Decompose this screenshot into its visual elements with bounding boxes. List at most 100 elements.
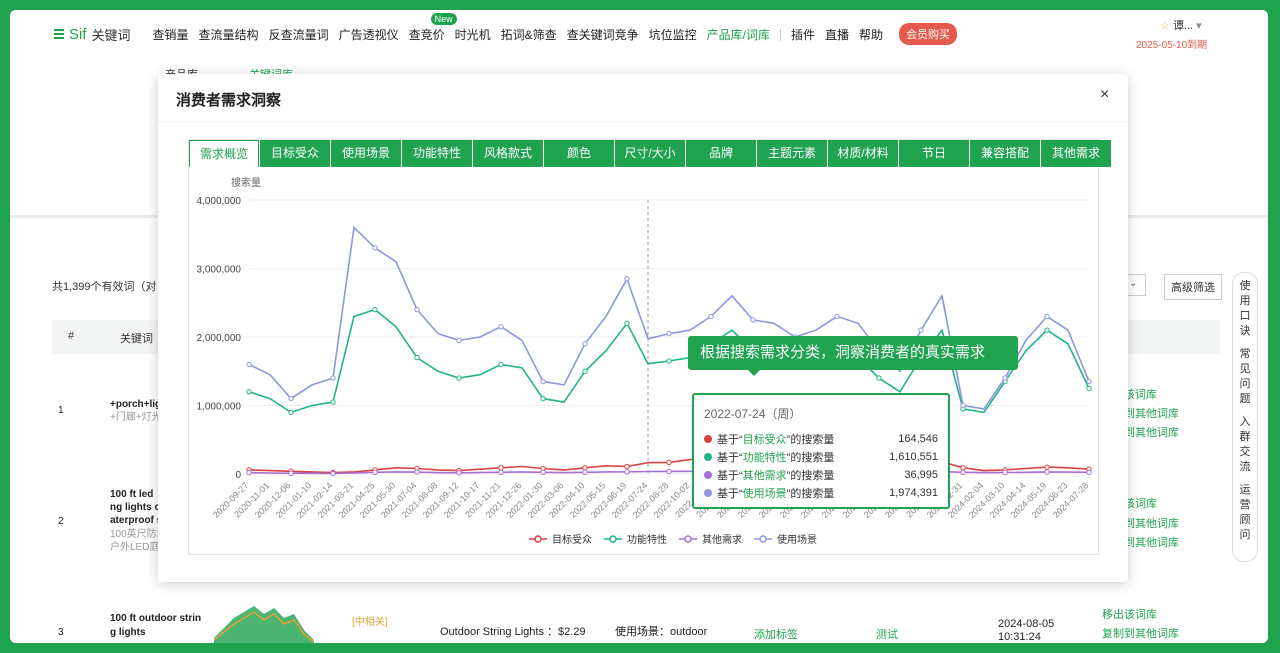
data-point [1044,313,1050,320]
test-link[interactable]: 测试 [876,626,898,642]
row-time: 10:31:24 [998,631,1041,643]
y-tick-label: 2,000,000 [197,333,242,344]
tooltip-category: 使用场景 [742,488,787,500]
row-keyword[interactable]: +porch+lig [110,398,161,411]
data-point [372,469,378,475]
tooltip-prefix: 基于“ [717,470,743,482]
user-menu[interactable]: ☆ 谭... ▾ [1160,17,1202,33]
data-point [666,459,672,466]
data-point [624,469,630,475]
consumer-insight-modal: 消费者需求洞察 × 需求概览 目标受众 使用场景 功能特性 风格款式 颜色 尺寸/大小 品牌主… [158,74,1128,582]
sidebar-advisor[interactable]: 运营顾问 [1239,483,1251,543]
chevron-down-icon: ▾ [1196,20,1202,32]
tooltip-suffix: ”的搜索量 [786,452,835,464]
sidebar-join-group[interactable]: 入群交流 [1239,415,1251,475]
data-point [330,470,336,477]
legend-label: 目标受众 [552,534,592,546]
data-point [708,313,714,320]
scene-label: 使用场景：outdoor [615,626,708,638]
row-index: 2 [58,516,64,527]
y-axis-label: 搜索量 [231,176,261,189]
data-point [498,361,504,368]
close-icon[interactable]: × [1100,86,1109,104]
data-point [960,465,966,471]
series-line-3 [248,225,1090,410]
nav-item[interactable]: 时光机 [455,26,491,43]
series-dot [704,453,712,461]
add-tag-link[interactable]: 添加标签 [754,626,798,642]
data-point [414,354,420,361]
data-point [498,324,504,330]
legend-marker [609,535,617,543]
data-point [1002,375,1008,381]
product-title: Outdoor String Lights ：$2.29 [440,626,586,638]
nav-item[interactable]: 拓词&筛查 [501,26,557,43]
y-tick-label: 3,000,000 [197,265,242,276]
sidebar-faq[interactable]: 常见问题 [1239,347,1251,407]
data-point [246,469,252,476]
series-dot [704,435,712,443]
result-count: 共1,399个有效词（对 [52,281,157,293]
data-point [1086,378,1092,385]
col-keyword: 关键词 [120,333,153,345]
data-point [456,337,462,344]
data-point [1044,464,1050,470]
nav-item[interactable]: 反查流量词 [269,26,329,43]
nav-item[interactable]: 查关键词竞争 [567,26,639,43]
data-point [330,375,336,381]
legend-label: 其他需求 [702,533,742,546]
data-point [288,470,294,477]
nav-item[interactable]: New 查竞价 [408,12,457,43]
y-tick-label: 1,000,000 [197,402,242,413]
tooltip-value: 164,546 [898,433,938,445]
tooltip-prefix: 基于“ [717,488,743,500]
tooltip-category: 功能特性 [742,452,787,464]
legend-label: 使用场景 [777,533,817,546]
feature-callout: 根据搜索需求分类，洞察消费者的真实需求 [688,336,1018,376]
nav-tool-item[interactable]: 帮助 [859,26,883,43]
nav-item[interactable]: 广告透视仪 [339,26,399,43]
new-badge: New [430,12,457,25]
logo-subtitle: 关键词 [91,27,131,43]
username: 谭... [1172,20,1194,32]
nav-item[interactable]: 查流量结构 [199,26,259,43]
nav-item[interactable]: 坑位监控 [649,26,697,43]
legend-marker [759,535,767,543]
vip-purchase-button[interactable]: 会员购买 [899,23,958,45]
nav-tool-item[interactable]: 直播 [825,26,849,43]
copy-to-library-link[interactable]: 复制到其他词库 [1102,625,1179,641]
row-keyword-translation: 户外LED庭 [110,542,160,553]
menu-icon [54,29,64,39]
data-point [624,463,630,470]
tooltip-prefix: 基于“ [717,452,743,464]
row-keyword-translation: +门廊+灯光 [110,412,162,423]
tooltip-suffix: ”的搜索量 [786,434,835,446]
data-point [876,375,882,381]
data-point [960,402,966,409]
tooltip-row: 基于“ 目标受众 ”的搜索量 164,546 [704,430,938,448]
data-point [666,468,672,475]
sidebar-tips[interactable]: 使用口诀 [1239,279,1251,339]
nav-item-label: 查竞价 [408,27,445,42]
logo[interactable]: Sif 关键词 [54,25,131,44]
data-point [456,375,462,381]
nav-divider [780,28,782,41]
nav-item[interactable]: 产品库/词库 [707,26,770,43]
star-icon: ☆ [1160,20,1170,32]
data-point [540,378,546,385]
data-point [540,469,546,475]
advanced-filter-button[interactable]: 高级筛选 [1164,274,1222,300]
row-keyword[interactable]: 100 ft outdoor strin [110,612,201,625]
nav-item[interactable]: 查销量 [153,26,189,43]
row-index: 1 [58,405,64,416]
nav-tool-item[interactable]: 插件 [791,26,815,43]
data-point [372,245,378,251]
row-keyword[interactable]: 100 ft led [110,488,153,501]
main-nav: 查销量 查流量结构 反查流量词 广告透视仪 New 查竞价 时光机 拓词&筛查 查关键词竞争 坑位… [153,12,894,43]
legend-marker [534,535,542,543]
chart-panel: 需求概览 目标受众 使用场景 功能特性 风格款式 颜色 尺寸/大小 品牌 主题元素 材质/材料 节日… [188,139,1111,555]
tooltip-value: 1,974,391 [889,487,938,499]
remove-from-library-link[interactable]: 移出该词库 [1102,606,1157,622]
data-point [1044,469,1050,475]
data-point [1086,469,1092,475]
